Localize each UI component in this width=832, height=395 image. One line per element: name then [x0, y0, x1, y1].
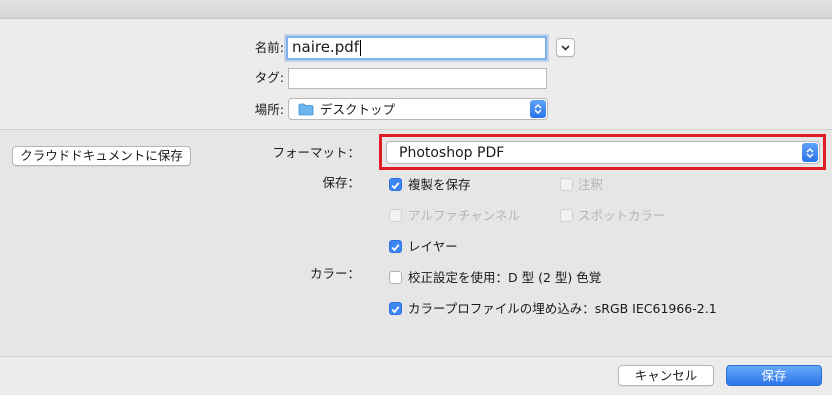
- tags-label: タグ:: [254, 70, 284, 85]
- format-popup[interactable]: Photoshop PDF: [386, 141, 820, 164]
- format-value: Photoshop PDF: [399, 145, 505, 161]
- use-proof-setup-label: 校正設定を使用：D 型 (2 型) 色覚: [408, 270, 602, 285]
- folder-icon: [298, 103, 314, 116]
- location-value: デスクトップ: [320, 102, 396, 117]
- embed-color-profile-checkbox[interactable]: [389, 302, 402, 315]
- save-copy-checkbox[interactable]: [389, 178, 402, 191]
- filename-value: naire.pdf: [292, 38, 360, 56]
- location-popup[interactable]: デスクトップ: [288, 98, 548, 120]
- cancel-button[interactable]: キャンセル: [618, 365, 714, 386]
- save-to-cloud-button[interactable]: クラウドドキュメントに保存: [12, 146, 191, 166]
- annotations-checkbox[interactable]: [560, 178, 573, 191]
- location-label: 場所:: [254, 102, 284, 117]
- sheet-top-edge: [0, 0, 832, 19]
- embed-color-profile-label: カラープロファイルの埋め込み：sRGB IEC61966-2.1: [408, 301, 717, 316]
- alpha-channels-checkbox[interactable]: [389, 209, 402, 222]
- spot-colors-label: スポットカラー: [578, 208, 666, 223]
- color-options-label: カラー：: [309, 266, 360, 281]
- use-proof-setup-checkbox[interactable]: [389, 271, 402, 284]
- filename-input[interactable]: naire.pdf: [286, 36, 547, 60]
- text-cursor: [360, 39, 362, 56]
- up-down-arrows-icon: [534, 103, 542, 115]
- save-options-label: 保存：: [322, 175, 360, 190]
- save-button[interactable]: 保存: [726, 365, 822, 386]
- location-stepper: [530, 100, 546, 118]
- tags-input[interactable]: [288, 68, 547, 89]
- layers-label: レイヤー: [408, 239, 458, 254]
- chevron-down-icon: [561, 45, 570, 51]
- spot-colors-checkbox[interactable]: [560, 209, 573, 222]
- alpha-channels-label: アルファチャンネル: [408, 208, 521, 223]
- format-label: フォーマット：: [272, 145, 360, 160]
- format-stepper: [802, 143, 818, 162]
- checkmark-icon: [391, 244, 400, 252]
- filename-label: 名前:: [254, 40, 284, 55]
- checkmark-icon: [391, 182, 400, 190]
- expand-dialog-button[interactable]: [556, 38, 575, 57]
- save-copy-label: 複製を保存: [408, 177, 471, 192]
- layers-checkbox[interactable]: [389, 240, 402, 253]
- up-down-arrows-icon: [806, 147, 814, 158]
- checkmark-icon: [391, 306, 400, 314]
- annotations-label: 注釈: [578, 177, 604, 192]
